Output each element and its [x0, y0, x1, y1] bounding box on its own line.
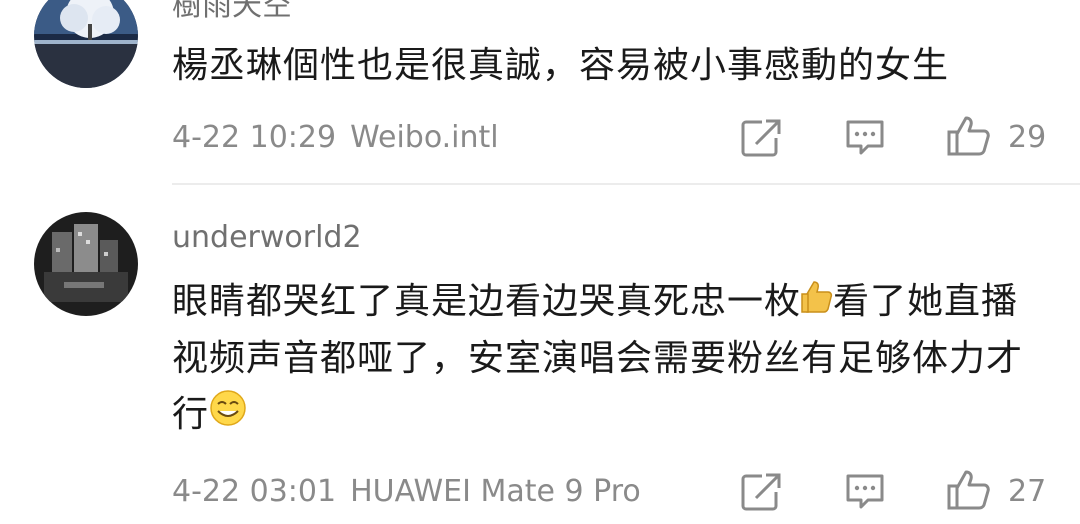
comment-source: HUAWEI Mate 9 Pro	[350, 474, 641, 509]
thumbs-up-icon[interactable]	[946, 114, 992, 162]
user-avatar[interactable]	[34, 212, 138, 316]
comment-icon[interactable]	[844, 472, 886, 516]
repost-icon[interactable]	[740, 118, 782, 162]
like-count: 27	[1008, 474, 1047, 509]
username[interactable]: 樹雨天空	[172, 0, 292, 24]
repost-icon[interactable]	[740, 472, 782, 516]
comment-item: 樹雨天空 楊丞琳個性也是很真誠，容易被小事感動的女生 4-22 10:29 Wei…	[0, 0, 1080, 184]
comment-item: underworld2 眼睛都哭红了真是边看边哭真死忠一枚 看了她直播视频声音都哑…	[0, 184, 1080, 524]
comment-source: Weibo.intl	[350, 120, 499, 155]
comment-meta: 4-22 10:29 Weibo.intl	[172, 118, 499, 158]
comment-text: 楊丞琳個性也是很真誠，容易被小事感動的女生	[172, 45, 950, 86]
thumbs-up-icon[interactable]	[946, 468, 992, 516]
comment-text-part1: 眼睛都哭红了真是边看边哭真死忠一枚	[172, 281, 802, 322]
smiling-face-emoji-icon	[209, 388, 247, 444]
comment-time: 4-22 03:01	[172, 474, 337, 509]
tree-snow-avatar-icon	[34, 0, 138, 88]
user-avatar[interactable]	[34, 0, 138, 88]
like-count: 29	[1008, 120, 1047, 155]
thumbs-up-emoji-icon	[801, 275, 833, 331]
comment-icon[interactable]	[844, 118, 886, 162]
comment-meta: 4-22 03:01 HUAWEI Mate 9 Pro	[172, 472, 641, 512]
city-night-avatar-icon	[34, 212, 138, 316]
comment-time: 4-22 10:29	[172, 120, 337, 155]
comment-text: 眼睛都哭红了真是边看边哭真死忠一枚 看了她直播视频声音都哑了，安室演唱会需要粉丝有…	[172, 274, 1052, 444]
username[interactable]: underworld2	[172, 220, 362, 256]
